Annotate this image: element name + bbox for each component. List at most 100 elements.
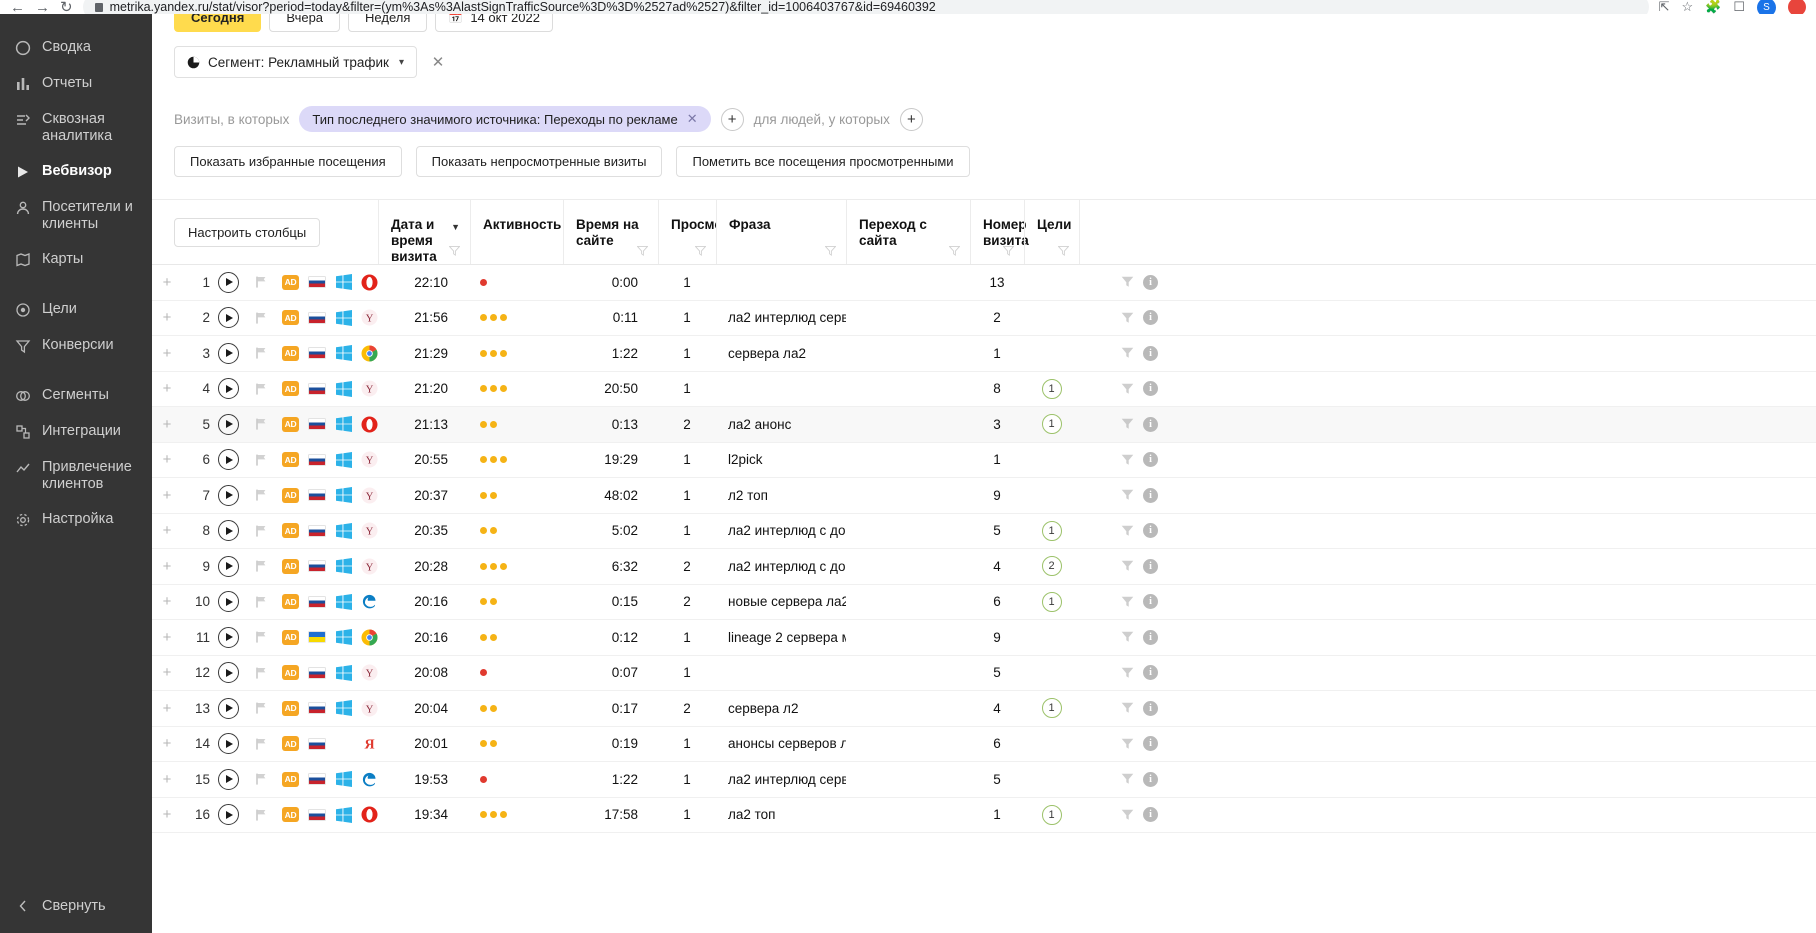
cast-icon[interactable]: ☐ bbox=[1733, 0, 1745, 14]
expand-row-button[interactable]: + bbox=[152, 806, 182, 823]
mark-all-viewed-button[interactable]: Пометить все посещения просмотренными bbox=[676, 146, 970, 177]
play-recording-button[interactable] bbox=[210, 520, 246, 542]
info-icon[interactable]: i bbox=[1143, 558, 1158, 574]
expand-row-button[interactable]: + bbox=[152, 700, 182, 717]
sort-desc-icon[interactable]: ▼ bbox=[451, 219, 460, 235]
info-icon[interactable]: i bbox=[1143, 771, 1158, 787]
period-yesterday-button[interactable]: Вчера bbox=[269, 14, 341, 32]
filter-chip-traffic-source[interactable]: Тип последнего значимого источника: Пере… bbox=[299, 106, 711, 132]
sidebar-item-vebvizor[interactable]: Вебвизор bbox=[0, 154, 152, 190]
column-header-goals[interactable]: Цели bbox=[1024, 200, 1079, 264]
address-bar[interactable]: metrika.yandex.ru/stat/visor?period=toda… bbox=[82, 0, 1649, 14]
bookmark-visit-button[interactable] bbox=[246, 738, 276, 750]
table-row[interactable]: +15 AD 19:53 1:22 1 ла2 интерлюд серве… 5 i bbox=[152, 762, 1816, 798]
info-icon[interactable]: i bbox=[1143, 807, 1158, 823]
info-icon[interactable]: i bbox=[1143, 700, 1158, 716]
info-icon[interactable]: i bbox=[1143, 381, 1158, 397]
expand-row-button[interactable]: + bbox=[152, 629, 182, 646]
info-icon[interactable]: i bbox=[1143, 310, 1158, 326]
funnel-icon[interactable] bbox=[1121, 489, 1134, 501]
play-recording-button[interactable] bbox=[210, 733, 246, 755]
bookmark-visit-button[interactable] bbox=[246, 560, 276, 572]
column-header-date[interactable]: Дата и время визита ▼ bbox=[378, 200, 470, 264]
goal-badge[interactable]: 1 bbox=[1041, 520, 1062, 541]
extension-icon[interactable] bbox=[1788, 0, 1806, 14]
close-icon[interactable]: ✕ bbox=[687, 111, 698, 127]
add-people-condition-button[interactable]: + bbox=[899, 107, 923, 131]
goal-badge[interactable]: 1 bbox=[1041, 378, 1062, 399]
play-recording-button[interactable] bbox=[210, 271, 246, 293]
table-row[interactable]: +6 AD Y 20:55 19:29 1 l2pick 1 i bbox=[152, 443, 1816, 478]
column-header-time-on-site[interactable]: Время на сайте bbox=[563, 200, 658, 264]
show-unviewed-button[interactable]: Показать непросмотренные визиты bbox=[415, 146, 663, 177]
info-icon[interactable]: i bbox=[1143, 736, 1158, 752]
sidebar-item-skvoznaya-analitika[interactable]: Сквозная аналитика bbox=[0, 102, 152, 154]
funnel-icon[interactable] bbox=[637, 246, 648, 256]
funnel-icon[interactable] bbox=[1121, 560, 1134, 572]
play-recording-button[interactable] bbox=[210, 378, 246, 400]
sidebar-item-karty[interactable]: Карты bbox=[0, 242, 152, 278]
play-recording-button[interactable] bbox=[210, 449, 246, 471]
expand-row-button[interactable]: + bbox=[152, 451, 182, 468]
funnel-icon[interactable] bbox=[1121, 702, 1134, 714]
funnel-icon[interactable] bbox=[825, 246, 836, 256]
expand-row-button[interactable]: + bbox=[152, 309, 182, 326]
expand-row-button[interactable]: + bbox=[152, 664, 182, 681]
column-header-visit-number[interactable]: Номер визита bbox=[970, 200, 1029, 264]
sidebar-item-konversii[interactable]: Конверсии bbox=[0, 328, 152, 364]
expand-row-button[interactable]: + bbox=[152, 593, 182, 610]
sidebar-collapse-button[interactable]: Свернуть bbox=[0, 885, 152, 933]
expand-row-button[interactable]: + bbox=[152, 558, 182, 575]
table-row[interactable]: +2 AD Y 21:56 0:11 1 ла2 интерлюд серве… 2 i bbox=[152, 301, 1816, 336]
column-header-source[interactable]: Переход с сайта bbox=[846, 200, 970, 264]
table-row[interactable]: +4 AD Y 21:20 20:50 1 8 1 i bbox=[152, 372, 1816, 407]
info-icon[interactable]: i bbox=[1143, 487, 1158, 503]
table-row[interactable]: +1 AD 22:10 0:00 1 13 i bbox=[152, 265, 1816, 301]
segment-selector[interactable]: Сегмент: Рекламный трафик ▾ bbox=[174, 46, 417, 78]
forward-arrow-icon[interactable]: → bbox=[35, 0, 50, 14]
play-recording-button[interactable] bbox=[210, 626, 246, 648]
sidebar-item-segmenty[interactable]: Сегменты bbox=[0, 378, 152, 414]
play-recording-button[interactable] bbox=[210, 555, 246, 577]
bookmark-visit-button[interactable] bbox=[246, 773, 276, 785]
segment-close-button[interactable]: ✕ bbox=[427, 51, 449, 73]
table-row[interactable]: +9 AD Y 20:28 6:32 2 ла2 интерлюд с допо… 4 2 i bbox=[152, 549, 1816, 585]
play-recording-button[interactable] bbox=[210, 413, 246, 435]
funnel-icon[interactable] bbox=[1058, 246, 1069, 256]
bookmark-visit-button[interactable] bbox=[246, 667, 276, 679]
expand-row-button[interactable]: + bbox=[152, 487, 182, 504]
bookmark-visit-button[interactable] bbox=[246, 347, 276, 359]
sidebar-item-privlechenie-klientov[interactable]: Привлечение клиентов bbox=[0, 450, 152, 502]
funnel-icon[interactable] bbox=[949, 246, 960, 256]
funnel-icon[interactable] bbox=[1121, 667, 1134, 679]
expand-row-button[interactable]: + bbox=[152, 345, 182, 362]
back-arrow-icon[interactable]: ← bbox=[10, 0, 25, 14]
funnel-icon[interactable] bbox=[1121, 418, 1134, 430]
share-icon[interactable]: ⇱ bbox=[1659, 0, 1670, 14]
play-recording-button[interactable] bbox=[210, 591, 246, 613]
expand-row-button[interactable]: + bbox=[152, 522, 182, 539]
period-week-button[interactable]: Неделя bbox=[348, 14, 428, 32]
table-row[interactable]: +3 AD 21:29 1:22 1 сервера ла2 1 i bbox=[152, 336, 1816, 372]
funnel-icon[interactable] bbox=[1121, 312, 1134, 324]
funnel-icon[interactable] bbox=[1121, 454, 1134, 466]
goal-badge[interactable]: 1 bbox=[1041, 591, 1062, 612]
sidebar-item-otchety[interactable]: Отчеты bbox=[0, 66, 152, 102]
sidebar-item-integratsii[interactable]: Интеграции bbox=[0, 414, 152, 450]
info-icon[interactable]: i bbox=[1143, 416, 1158, 432]
table-row[interactable]: +13 AD Y 20:04 0:17 2 сервера л2 4 1 i bbox=[152, 691, 1816, 727]
bookmark-visit-button[interactable] bbox=[246, 702, 276, 714]
funnel-icon[interactable] bbox=[1121, 738, 1134, 750]
goal-badge[interactable]: 2 bbox=[1041, 556, 1062, 577]
funnel-icon[interactable] bbox=[1121, 383, 1134, 395]
info-icon[interactable]: i bbox=[1143, 523, 1158, 539]
sidebar-item-posetiteli-i-klienty[interactable]: Посетители и клиенты bbox=[0, 190, 152, 242]
play-recording-button[interactable] bbox=[210, 662, 246, 684]
play-recording-button[interactable] bbox=[210, 804, 246, 826]
avatar[interactable]: S bbox=[1757, 0, 1776, 14]
star-icon[interactable]: ☆ bbox=[1682, 0, 1694, 14]
bookmark-visit-button[interactable] bbox=[246, 312, 276, 324]
column-header-pageviews[interactable]: Просмо bbox=[658, 200, 716, 264]
funnel-icon[interactable] bbox=[1121, 631, 1134, 643]
bookmark-visit-button[interactable] bbox=[246, 454, 276, 466]
